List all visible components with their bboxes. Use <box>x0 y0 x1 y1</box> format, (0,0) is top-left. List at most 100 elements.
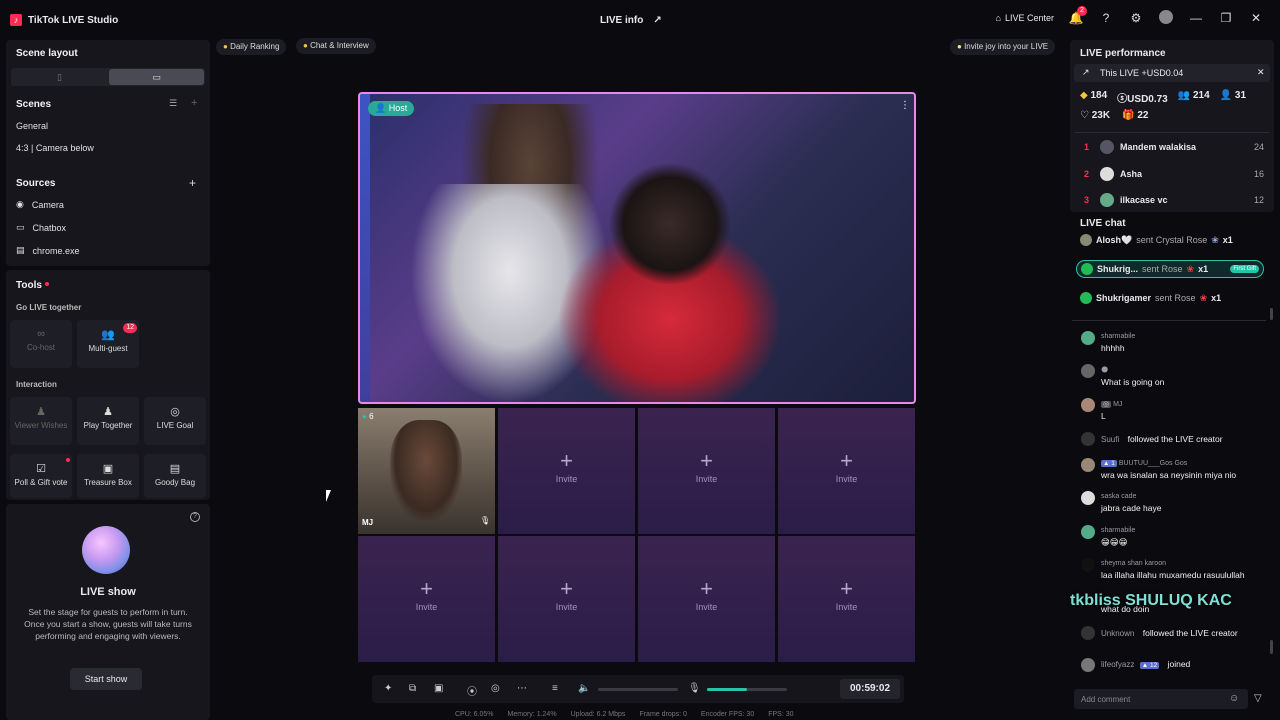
gift-message-highlight: Shukrig... sent Rose ❀ x1 First Gift <box>1076 260 1264 278</box>
chat-message: sheyma shan karoon laa illaha illahu mux… <box>1101 560 1245 580</box>
invite-joy-pill[interactable]: ● Invite joy into your LIVE <box>950 39 1056 55</box>
chat-username: ◎ MJ <box>1101 400 1122 408</box>
volume-slider[interactable] <box>598 688 678 691</box>
layout-icon[interactable]: ▣ <box>434 683 443 694</box>
start-show-button[interactable]: Start show <box>70 668 142 690</box>
plus-icon: + <box>840 448 853 473</box>
play-together-button[interactable]: ♟ Play Together <box>77 397 139 445</box>
mic-slider[interactable] <box>707 688 787 691</box>
rank-score: 12 <box>1253 195 1264 205</box>
filter-icon[interactable]: ▽ <box>1254 693 1262 704</box>
cohost-button[interactable]: ∞ Co-host <box>10 320 72 368</box>
avatar <box>1081 364 1095 378</box>
rank-name: Mandem walakisa <box>1120 142 1197 152</box>
list-icon[interactable]: ☰ <box>169 98 177 109</box>
invite-slot[interactable]: + Invite <box>778 408 915 534</box>
multiguest-badge: 12 <box>123 323 137 333</box>
invite-slot[interactable]: + Invite <box>498 536 635 662</box>
divider <box>1072 320 1266 321</box>
gift-count: x1 <box>1222 235 1233 245</box>
avatar <box>1081 331 1095 345</box>
magic-wand-icon[interactable]: ✦ <box>384 683 392 694</box>
more-icon[interactable]: ⋯ <box>517 683 527 694</box>
microphone-icon[interactable]: 🎙 <box>688 683 701 694</box>
camera-toggle-icon[interactable]: ◎ <box>491 683 500 694</box>
gift-sender: Alosh🤍 <box>1096 234 1133 245</box>
chat-interview-pill[interactable]: ● Chat & Interview <box>296 38 376 54</box>
help-icon[interactable]: ? <box>1098 10 1114 26</box>
link-icon: ∞ <box>37 328 45 340</box>
live-goal-button[interactable]: ◎ LIVE Goal <box>144 397 206 445</box>
source-chatbox[interactable]: ▭ Chatbox <box>16 222 66 233</box>
poll-gift-vote-button[interactable]: ☑ Poll & Gift vote <box>10 454 72 498</box>
mic-icon[interactable]: 🎙 <box>480 516 490 525</box>
chat-text: 😁😁😁 <box>1101 537 1128 547</box>
viewers-value: 214 <box>1192 90 1210 101</box>
interaction-label: Interaction <box>16 380 57 389</box>
gift-scrollbar[interactable] <box>1270 308 1273 320</box>
chat-username-text: MJ <box>1113 401 1123 408</box>
gear-icon[interactable]: ⚙ <box>1128 10 1144 26</box>
portrait-layout-icon[interactable]: ▯ <box>11 68 108 86</box>
invite-label: Invite <box>695 474 718 484</box>
daily-ranking-pill[interactable]: ● Daily Ranking <box>216 39 287 55</box>
emoji-icon[interactable]: ☺ <box>1229 693 1239 704</box>
add-scene-icon[interactable]: + <box>191 97 197 109</box>
invite-slot[interactable]: + Invite <box>498 408 635 534</box>
close-icon[interactable]: ✕ <box>1248 10 1264 26</box>
ranking-row[interactable]: 1 Mandem walakisa 24 <box>1084 140 1264 154</box>
viewer-wishes-button[interactable]: ♟ Viewer Wishes <box>10 397 72 445</box>
ranking-row[interactable]: 3 ilkacase vc 12 <box>1084 193 1264 207</box>
host-video[interactable]: 👤 Host ⋮ <box>358 92 916 404</box>
coin-icon: ⓢ <box>1117 94 1128 105</box>
help-icon[interactable]: ? <box>190 512 200 522</box>
bell-icon[interactable]: 🔔 2 <box>1068 6 1087 26</box>
effects-icon[interactable]: ⧉ <box>409 683 416 694</box>
chat-text: jabra cade haye <box>1101 503 1162 513</box>
add-source-icon[interactable]: + <box>189 176 196 190</box>
share-icon[interactable]: ↗ <box>653 15 661 26</box>
live-center-button[interactable]: ⌂ LIVE Center <box>996 13 1054 23</box>
landscape-layout-icon[interactable]: ▭ <box>109 69 204 85</box>
avatar[interactable] <box>1158 10 1174 26</box>
source-camera[interactable]: ◉ Camera <box>16 199 64 210</box>
earnings-banner[interactable]: ↗ This LIVE +USD0.04 ✕ <box>1074 64 1270 82</box>
scene-item-general[interactable]: General <box>16 121 48 131</box>
maximize-icon[interactable]: ❐ <box>1218 10 1234 26</box>
invite-label: Invite <box>835 602 858 612</box>
guest-video-mj[interactable]: ● 6 MJ 🎙 <box>358 408 495 534</box>
invite-slot[interactable]: + Invite <box>778 536 915 662</box>
invite-slot[interactable]: + Invite <box>358 536 495 662</box>
record-icon[interactable]: ⦿ <box>467 683 477 698</box>
app-title: TikTok LIVE Studio <box>28 14 119 26</box>
disco-ball-icon <box>82 526 130 574</box>
more-vertical-icon[interactable]: ⋮ <box>900 100 910 111</box>
chat-scrollbar[interactable] <box>1270 640 1273 654</box>
ranking-row[interactable]: 2 Asha 16 <box>1084 167 1264 181</box>
close-banner-icon[interactable]: ✕ <box>1257 67 1265 78</box>
minimize-icon[interactable]: — <box>1188 10 1204 26</box>
multiguest-button[interactable]: 👥 Multi-guest 12 <box>77 320 139 368</box>
invite-slot[interactable]: + Invite <box>638 536 775 662</box>
scene-item-camera-below[interactable]: 4:3 | Camera below <box>16 143 94 153</box>
speaker-icon[interactable]: 🔈 <box>578 683 590 694</box>
sliders-icon[interactable]: ≡ <box>552 683 558 694</box>
tools-dot <box>45 282 49 286</box>
goody-label: Goody Bag <box>154 478 196 487</box>
avatar <box>1081 558 1095 572</box>
user-icon: 👤 <box>375 103 387 113</box>
invite-slot[interactable]: + Invite <box>638 408 775 534</box>
goody-bag-button[interactable]: ▤ Goody Bag <box>144 454 206 498</box>
live-timer: 00:59:02 <box>840 679 900 699</box>
source-label: chrome.exe <box>32 245 80 256</box>
guest-count: 6 <box>369 412 374 421</box>
treasure-box-button[interactable]: ▣ Treasure Box <box>77 454 139 498</box>
live-info-header[interactable]: LIVE info ↗ <box>600 15 662 26</box>
level-value: 12 <box>1149 662 1158 669</box>
host-badge: 👤 Host <box>368 101 415 116</box>
source-chrome[interactable]: ▤ chrome.exe <box>16 245 80 256</box>
host-figure-right <box>610 164 730 284</box>
chat-username: sharmabile <box>1101 527 1136 534</box>
crystal-rose-icon: ❀ <box>1211 234 1219 245</box>
comment-input[interactable]: Add comment ☺ <box>1074 689 1248 709</box>
